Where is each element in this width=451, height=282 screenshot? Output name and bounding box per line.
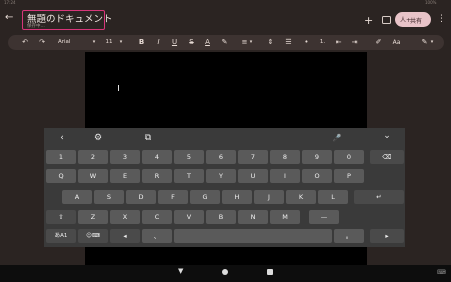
- key-h[interactable]: H: [222, 190, 252, 204]
- key-b[interactable]: B: [206, 210, 236, 224]
- right-arrow-key[interactable]: ▸: [370, 229, 404, 243]
- share-label: 共有: [410, 17, 423, 25]
- bold-icon[interactable]: B: [137, 37, 146, 48]
- back-arrow-icon[interactable]: ←: [5, 12, 13, 23]
- key-v[interactable]: V: [174, 210, 204, 224]
- line-spacing-icon[interactable]: ⇕: [266, 37, 275, 48]
- key-k[interactable]: K: [286, 190, 316, 204]
- key-c[interactable]: C: [142, 210, 172, 224]
- underline-icon[interactable]: U: [170, 37, 179, 48]
- text-color-icon[interactable]: A: [203, 37, 212, 48]
- key-e[interactable]: E: [110, 169, 140, 183]
- key-x[interactable]: X: [110, 210, 140, 224]
- period-key[interactable]: 。: [334, 229, 364, 243]
- key-i[interactable]: I: [270, 169, 300, 183]
- key-y[interactable]: Y: [206, 169, 236, 183]
- status-time: 17:24: [4, 0, 16, 5]
- key-1[interactable]: 1: [46, 150, 76, 164]
- key-q[interactable]: Q: [46, 169, 76, 183]
- nav-home-icon[interactable]: [222, 269, 228, 275]
- key-z[interactable]: Z: [78, 210, 108, 224]
- clipboard-icon[interactable]: ⧉: [142, 132, 154, 144]
- key-8[interactable]: 8: [270, 150, 300, 164]
- nav-back-icon[interactable]: ▼: [178, 267, 183, 275]
- key-l[interactable]: L: [318, 190, 348, 204]
- key-4[interactable]: 4: [142, 150, 172, 164]
- key-w[interactable]: W: [78, 169, 108, 183]
- font-family-select[interactable]: Arial: [58, 37, 78, 48]
- mic-icon[interactable]: 🎤: [331, 132, 343, 144]
- insert-plus-icon[interactable]: +: [364, 14, 373, 27]
- key-a[interactable]: A: [62, 190, 92, 204]
- comma-key[interactable]: 、: [142, 229, 172, 243]
- key-r[interactable]: R: [142, 169, 172, 183]
- enter-key[interactable]: ↵: [354, 190, 404, 204]
- align-dropdown-icon[interactable]: ▾: [248, 37, 254, 48]
- text-cursor: [118, 85, 119, 91]
- numbered-list-icon[interactable]: 1.: [318, 37, 327, 48]
- edit-mode-icon[interactable]: ✎: [420, 37, 429, 48]
- size-dropdown-icon[interactable]: ▾: [117, 37, 125, 48]
- highlight-icon[interactable]: ✎: [220, 37, 229, 48]
- redo-icon[interactable]: ↷: [37, 37, 47, 48]
- emoji-key[interactable]: ☺⌨: [78, 229, 108, 243]
- bulleted-list-icon[interactable]: •: [302, 37, 311, 48]
- keyboard-settings-icon[interactable]: ⚙: [92, 132, 104, 144]
- key-f[interactable]: F: [158, 190, 188, 204]
- key-u[interactable]: U: [238, 169, 268, 183]
- more-vert-icon[interactable]: ⋮: [437, 14, 446, 24]
- font-size-select[interactable]: 11: [105, 37, 113, 48]
- keyboard-switch-icon[interactable]: ⌨: [437, 269, 446, 276]
- status-battery: 100%: [425, 0, 437, 5]
- key-2[interactable]: 2: [78, 150, 108, 164]
- key-n[interactable]: N: [238, 210, 268, 224]
- key-m[interactable]: M: [270, 210, 300, 224]
- key-o[interactable]: O: [302, 169, 332, 183]
- increase-indent-icon[interactable]: ⇥: [350, 37, 359, 48]
- key-d[interactable]: D: [126, 190, 156, 204]
- key-0[interactable]: 0: [334, 150, 364, 164]
- key-3[interactable]: 3: [110, 150, 140, 164]
- undo-icon[interactable]: ↶: [20, 37, 30, 48]
- dash-key[interactable]: —: [309, 210, 339, 224]
- font-dropdown-icon[interactable]: ▾: [90, 37, 98, 48]
- key-t[interactable]: T: [174, 169, 204, 183]
- left-arrow-key[interactable]: ◂: [110, 229, 140, 243]
- key-6[interactable]: 6: [206, 150, 236, 164]
- status-bar: 17:24 100%: [0, 0, 451, 8]
- decrease-indent-icon[interactable]: ⇤: [334, 37, 343, 48]
- comment-icon[interactable]: [382, 16, 391, 24]
- italic-icon[interactable]: I: [154, 37, 163, 48]
- checklist-icon[interactable]: ☰: [284, 37, 293, 48]
- keyboard-back-icon[interactable]: ‹: [56, 132, 68, 144]
- save-status: 保存中...: [27, 24, 45, 29]
- edit-mode-dropdown-icon[interactable]: ▾: [429, 37, 435, 48]
- key-5[interactable]: 5: [174, 150, 204, 164]
- key-j[interactable]: J: [254, 190, 284, 204]
- text-style-icon[interactable]: Aa: [391, 37, 402, 48]
- nav-recents-icon[interactable]: [267, 269, 273, 275]
- key-9[interactable]: 9: [302, 150, 332, 164]
- strikethrough-icon[interactable]: S: [187, 37, 196, 48]
- backspace-key[interactable]: ⌫: [370, 150, 404, 164]
- language-switch-key[interactable]: あA1: [46, 229, 76, 243]
- key-g[interactable]: G: [190, 190, 220, 204]
- key-7[interactable]: 7: [238, 150, 268, 164]
- space-key[interactable]: [174, 229, 332, 243]
- clear-formatting-icon[interactable]: ✐: [374, 37, 383, 48]
- key-p[interactable]: P: [334, 169, 364, 183]
- shift-key[interactable]: ⇧: [46, 210, 76, 224]
- keyboard-collapse-icon[interactable]: ⌄: [381, 130, 393, 142]
- key-s[interactable]: S: [94, 190, 124, 204]
